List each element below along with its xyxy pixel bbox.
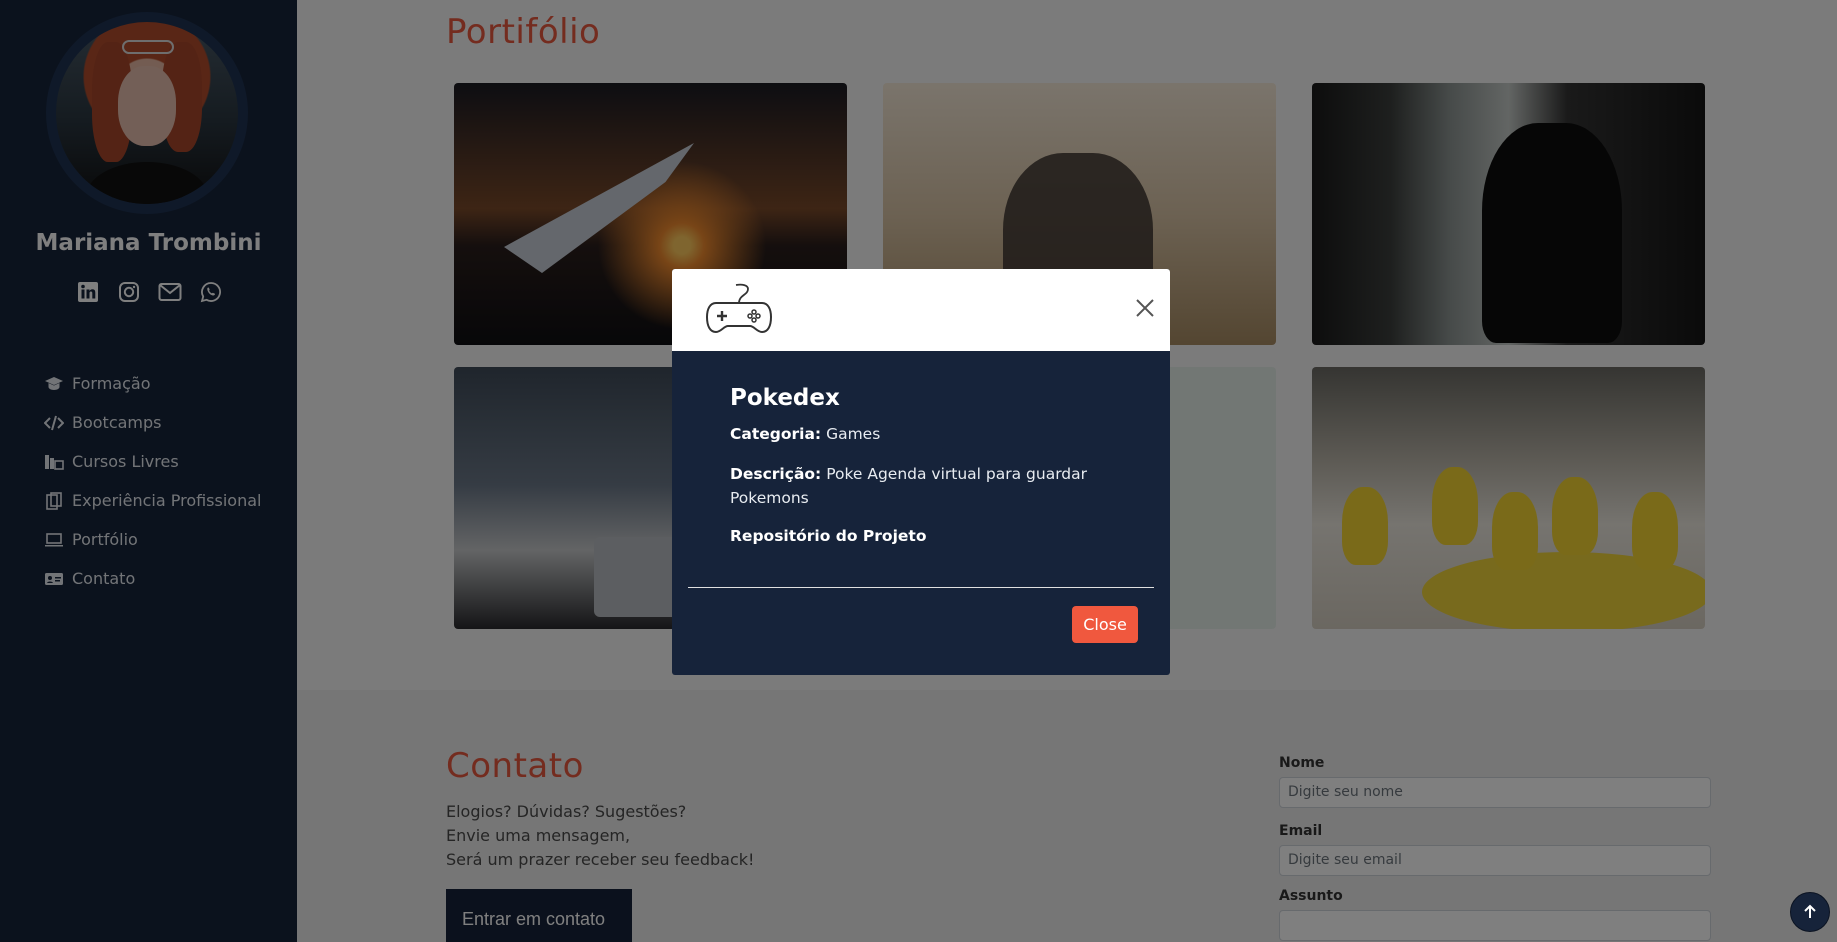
modal-divider xyxy=(688,587,1154,588)
project-name: Pokedex xyxy=(730,385,840,411)
gamepad-icon xyxy=(705,283,773,339)
back-to-top-button[interactable] xyxy=(1790,892,1830,932)
close-icon[interactable] xyxy=(1132,295,1158,321)
project-description: Descrição: Poke Agenda virtual para guar… xyxy=(730,462,1112,510)
modal-header xyxy=(672,269,1170,351)
project-category: Categoria: Games xyxy=(730,422,1112,446)
close-button[interactable]: Close xyxy=(1072,606,1138,643)
description-label: Descrição: xyxy=(730,465,822,483)
category-label: Categoria: xyxy=(730,425,822,443)
modal-body: Pokedex Categoria: Games Descrição: Poke… xyxy=(672,351,1170,545)
category-value: Games xyxy=(826,425,881,443)
arrow-up-icon xyxy=(1804,904,1816,918)
repo-link[interactable]: Repositório do Projeto xyxy=(730,527,926,545)
project-modal: Pokedex Categoria: Games Descrição: Poke… xyxy=(672,269,1170,675)
